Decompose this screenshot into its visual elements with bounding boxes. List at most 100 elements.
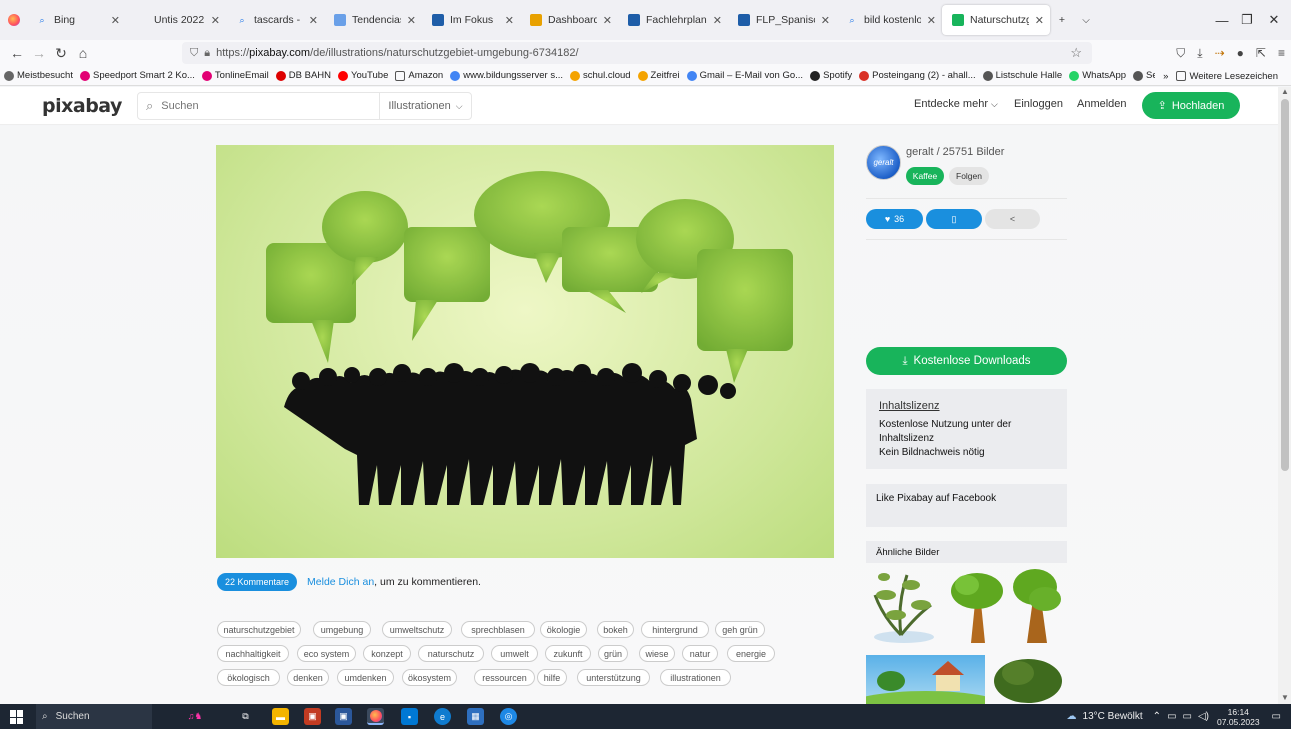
tag-chip[interactable]: denken: [287, 669, 329, 686]
close-tab-icon[interactable]: ✕: [921, 14, 936, 27]
tag-chip[interactable]: konzept: [363, 645, 411, 662]
browser-tab[interactable]: Fachlehrplan ✕: [618, 0, 728, 40]
similar-image-thumbnail[interactable]: [945, 565, 1005, 645]
like-button[interactable]: ♥ 36: [866, 209, 923, 229]
volume-icon[interactable]: ◁): [1198, 711, 1209, 722]
share-icon[interactable]: ⇱: [1256, 46, 1266, 60]
search-highlight-icon[interactable]: ♫♞: [165, 708, 225, 725]
task-view-icon[interactable]: ⧉: [237, 708, 254, 725]
author-name[interactable]: geralt / 25751 Bilder: [906, 146, 1004, 158]
browser-tab[interactable]: Naturschutzgebiet✕: [942, 5, 1050, 35]
extension-icon[interactable]: ⇢: [1215, 46, 1225, 60]
bookmark-item[interactable]: Posteingang (2) - ahall...: [859, 70, 976, 81]
close-tab-icon[interactable]: ✕: [597, 14, 612, 27]
forward-arrow-icon[interactable]: →: [28, 45, 50, 61]
tag-chip[interactable]: umdenken: [337, 669, 394, 686]
comment-login-link[interactable]: Melde Dich an: [307, 576, 374, 588]
browser-tab[interactable]: FLP_Spanisch_Gym✕: [728, 0, 836, 40]
bookmark-item[interactable]: Spotify: [810, 70, 852, 81]
browser-tab[interactable]: Tendencias globales✕: [324, 0, 422, 40]
browser-tab[interactable]: Dashboard ✕: [520, 0, 618, 40]
bookmark-item[interactable]: Gmail – E-Mail von Go...: [686, 70, 803, 81]
browser-tab[interactable]: Untis 2022 Stundenplan✕: [126, 0, 226, 40]
app-icon[interactable]: ▣: [335, 708, 352, 725]
bookmark-item[interactable]: Speedport Smart 2 Ko...: [79, 70, 195, 81]
scroll-up-icon[interactable]: ▲: [1281, 87, 1289, 96]
browser-tab[interactable]: ⌕ tascards - Suchen✕: [226, 0, 324, 40]
media-type-dropdown[interactable]: Illustrationen ⌵: [379, 93, 471, 119]
tab-list-chevron-icon[interactable]: ⌵: [1074, 0, 1098, 40]
account-icon[interactable]: ●: [1237, 46, 1244, 60]
tag-chip[interactable]: hilfe: [537, 669, 567, 686]
login-link[interactable]: Einloggen: [1014, 98, 1063, 110]
clock[interactable]: 16:14 07.05.2023: [1217, 707, 1260, 727]
chevron-up-icon[interactable]: ⌃: [1153, 711, 1161, 722]
bookmark-item[interactable]: YouTube: [338, 70, 388, 81]
tag-chip[interactable]: geh grün: [715, 621, 765, 638]
bookmark-item[interactable]: WhatsApp: [1069, 70, 1126, 81]
edge-icon[interactable]: e: [434, 708, 451, 725]
tag-chip[interactable]: energie: [727, 645, 775, 662]
file-explorer-icon[interactable]: ▬: [272, 708, 289, 725]
tag-chip[interactable]: nachhaltigkeit: [217, 645, 289, 662]
pixabay-logo[interactable]: pixabay: [42, 95, 122, 117]
explore-menu[interactable]: Entdecke mehr ⌵: [914, 98, 998, 110]
close-tab-icon[interactable]: ✕: [1029, 14, 1044, 27]
browser-tab[interactable]: ⌕ Bing ✕: [26, 0, 126, 40]
close-tab-icon[interactable]: ✕: [815, 14, 830, 27]
close-tab-icon[interactable]: ✕: [499, 14, 514, 27]
tag-chip[interactable]: ressourcen: [474, 669, 535, 686]
comments-count-badge[interactable]: 22 Kommentare: [217, 573, 298, 591]
tag-chip[interactable]: eco system: [297, 645, 356, 662]
follow-button[interactable]: Folgen: [949, 167, 989, 185]
tag-chip[interactable]: natur: [682, 645, 718, 662]
search-input[interactable]: [161, 100, 372, 112]
more-bookmarks-chevron-icon[interactable]: »: [1163, 71, 1168, 82]
bookmark-star-icon[interactable]: ☆: [1070, 45, 1082, 61]
app-icon[interactable]: ▣: [304, 708, 321, 725]
similar-image-thumbnail[interactable]: [866, 655, 985, 704]
browser-tab[interactable]: ⌕ bild kostenlos wasse✕: [836, 0, 942, 40]
bookmark-item[interactable]: schul.cloud: [570, 70, 631, 81]
menu-icon[interactable]: ≡: [1278, 46, 1285, 60]
close-tab-icon[interactable]: ✕: [303, 14, 318, 27]
license-link[interactable]: Inhaltslizenz: [879, 400, 940, 412]
scrollbar-thumb[interactable]: [1281, 99, 1289, 471]
taskbar-search[interactable]: ⌕ Suchen: [36, 704, 152, 729]
more-bookmarks-folder[interactable]: Weitere Lesezeichen: [1176, 71, 1278, 82]
close-tab-icon[interactable]: ✕: [707, 14, 722, 27]
coffee-button[interactable]: Kaffee: [906, 167, 944, 185]
save-to-collection-button[interactable]: ▯: [926, 209, 982, 229]
facebook-like-text[interactable]: Like Pixabay auf Facebook: [876, 493, 996, 504]
tag-chip[interactable]: illustrationen: [660, 669, 731, 686]
app-icon[interactable]: ▪: [401, 708, 418, 725]
notification-icon[interactable]: ▭: [1272, 711, 1281, 722]
weather-text[interactable]: 13°C Bewölkt: [1083, 711, 1143, 722]
similar-image-thumbnail[interactable]: [866, 565, 936, 645]
bookmark-item[interactable]: Meistbesucht: [4, 70, 73, 81]
reload-icon[interactable]: ↻: [50, 45, 72, 62]
app-icon[interactable]: ▦: [467, 708, 484, 725]
tag-chip[interactable]: hintergrund: [641, 621, 709, 638]
main-image[interactable]: [216, 145, 834, 558]
battery-icon[interactable]: ▭: [1167, 711, 1176, 722]
signup-link[interactable]: Anmelden: [1077, 98, 1127, 110]
bookmark-item[interactable]: DB BAHN: [275, 70, 331, 81]
close-tab-icon[interactable]: ✕: [205, 14, 220, 27]
windows-start-icon[interactable]: [10, 710, 24, 724]
close-tab-icon[interactable]: ✕: [105, 14, 120, 27]
close-tab-icon[interactable]: ✕: [401, 14, 416, 27]
tag-chip[interactable]: unterstützung: [577, 669, 650, 686]
bookmark-item[interactable]: Listschule Halle: [982, 70, 1062, 81]
network-icon[interactable]: ▭: [1183, 711, 1192, 722]
tag-chip[interactable]: ökologie: [540, 621, 587, 638]
url-bar[interactable]: ⛉ 🔒︎ https://pixabay.com/de/illustration…: [182, 42, 1092, 64]
bookmark-item[interactable]: www.bildungsserver s...: [450, 70, 563, 81]
firefox-icon[interactable]: [367, 708, 384, 725]
pocket-icon[interactable]: ⛉: [1176, 46, 1185, 61]
tag-chip[interactable]: naturschutz: [418, 645, 484, 662]
tag-chip[interactable]: ökosystem: [402, 669, 457, 686]
free-download-button[interactable]: ⤓ Kostenlose Downloads: [866, 347, 1067, 375]
page-scrollbar[interactable]: ▲ ▼: [1278, 87, 1291, 704]
home-icon[interactable]: ⌂: [72, 45, 94, 61]
